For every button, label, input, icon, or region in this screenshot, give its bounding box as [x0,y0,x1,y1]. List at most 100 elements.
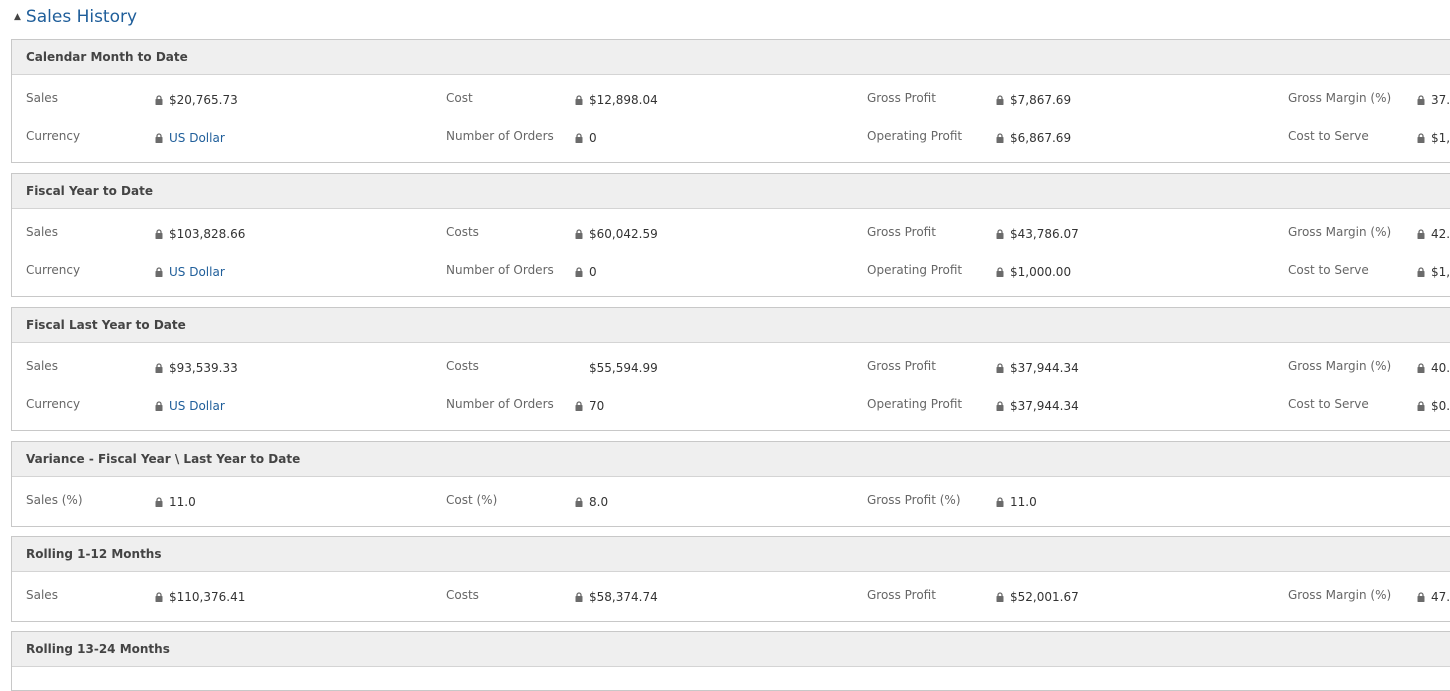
field-value-text: $6,867.69 [1010,131,1072,145]
field-label: Costs [446,588,479,602]
section-3: Variance - Fiscal Year \ Last Year to Da… [11,441,1450,527]
field-value-text: $37,944.34 [1010,361,1079,375]
field-value: $55,594.99 [575,361,658,375]
lock-icon [575,133,583,143]
currency-link[interactable]: US Dollar [155,131,225,145]
field-value-text: 40.5 [1431,361,1450,375]
lock-icon [1417,133,1425,143]
field-label: Number of Orders [446,263,554,277]
field-row: Currency US Dollar Number of Orders 70 Opera… [12,397,1450,417]
field-value-text: $1,000.00 [1010,265,1072,279]
lock-icon [1417,229,1425,239]
section-header[interactable]: Fiscal Year to Date [12,174,1450,209]
lock-icon [155,267,163,277]
field-value-text: 70 [589,399,605,413]
field-value: 40.5 [1417,361,1450,375]
field-label: Gross Profit [867,359,936,373]
field-value: $0.0 [1417,399,1450,413]
field-value: $20,765.73 [155,93,238,107]
field-label: Cost [446,91,473,105]
field-value-text: 11.0 [169,495,196,509]
section-0: Calendar Month to Date Sales $20,765.73 Cos… [11,39,1450,163]
field-value-text: 47.1 [1431,590,1450,604]
field-value-text: $37,944.34 [1010,399,1079,413]
field-value-text: $1,5 [1431,265,1450,279]
section-4: Rolling 1-12 Months Sales $110,376.41 Costs… [11,536,1450,622]
field-label: Sales [26,225,58,239]
field-value: $52,001.67 [996,590,1079,604]
field-value-text: $1,0 [1431,131,1450,145]
section-header[interactable]: Variance - Fiscal Year \ Last Year to Da… [12,442,1450,477]
lock-icon [996,592,1004,602]
lock-icon [155,229,163,239]
field-value: $6,867.69 [996,131,1071,145]
lock-icon [1417,401,1425,411]
field-label: Cost to Serve [1288,397,1369,411]
lock-icon [155,133,163,143]
field-value: $1,000.00 [996,265,1071,279]
section-5: Rolling 13-24 Months [11,631,1450,691]
sales-history-tab-header[interactable]: ▲ Sales History [14,5,137,29]
field-value: 47.1 [1417,590,1450,604]
field-label: Number of Orders [446,397,554,411]
lock-icon [1417,267,1425,277]
field-value: $93,539.33 [155,361,238,375]
lock-icon [996,363,1004,373]
field-row: Sales $110,376.41 Costs $58,374.74 Gross Pro… [12,588,1450,608]
field-value-text: $103,828.66 [169,227,246,241]
currency-link[interactable]: US Dollar [155,399,225,413]
field-label: Sales [26,359,58,373]
field-row: Sales (%) 11.0 Cost (%) 8.0 Gross Profit (%)… [12,493,1450,513]
field-value-text: $110,376.41 [169,590,246,604]
section-header[interactable]: Rolling 13-24 Months [12,632,1450,667]
field-row: Sales $93,539.33 Costs $55,594.99 Gross Prof… [12,359,1450,379]
section-title: Calendar Month to Date [26,50,188,64]
lock-icon [155,401,163,411]
field-value-text: $58,374.74 [589,590,658,604]
field-value: $12,898.04 [575,93,658,107]
field-value: 0 [575,131,597,145]
section-tab-title: Sales History [25,7,138,27]
field-value-text[interactable]: US Dollar [169,131,225,145]
section-header[interactable]: Calendar Month to Date [12,40,1450,75]
lock-icon [996,133,1004,143]
field-value-text: 37.8 [1431,93,1450,107]
field-value: $103,828.66 [155,227,245,241]
field-label: Gross Margin (%) [1288,359,1392,373]
lock-icon [996,401,1004,411]
field-value: 70 [575,399,604,413]
currency-link[interactable]: US Dollar [155,265,225,279]
field-value: 37.8 [1417,93,1450,107]
section-header[interactable]: Rolling 1-12 Months [12,537,1450,572]
field-value-text: $12,898.04 [589,93,658,107]
field-value: $1,5 [1417,265,1450,279]
field-value-text: $0.0 [1431,399,1450,413]
field-value-text[interactable]: US Dollar [169,265,225,279]
field-label: Gross Profit [867,588,936,602]
field-label: Sales (%) [26,493,83,507]
field-value: $58,374.74 [575,590,658,604]
field-row: Currency US Dollar Number of Orders 0 Operat… [12,129,1450,149]
field-value-text[interactable]: US Dollar [169,399,225,413]
field-value: $1,0 [1417,131,1450,145]
field-label: Operating Profit [867,263,963,277]
field-value: $110,376.41 [155,590,245,604]
field-label: Costs [446,225,479,239]
section-title: Fiscal Year to Date [26,184,153,198]
field-value-text: 8.0 [589,495,609,509]
field-label: Costs [446,359,479,373]
field-value: $7,867.69 [996,93,1071,107]
field-value-text: 0 [589,131,597,145]
section-2: Fiscal Last Year to Date Sales $93,539.33 C… [11,307,1450,431]
field-value-text: 42.1 [1431,227,1450,241]
field-value: 11.0 [155,495,196,509]
field-label: Gross Margin (%) [1288,225,1392,239]
section-header[interactable]: Fiscal Last Year to Date [12,308,1450,343]
lock-icon [155,363,163,373]
lock-icon [1417,592,1425,602]
field-value: 8.0 [575,495,608,509]
field-label: Operating Profit [867,129,963,143]
lock-icon [996,229,1004,239]
field-value: 11.0 [996,495,1037,509]
collapse-triangle-icon[interactable]: ▲ [14,12,21,22]
